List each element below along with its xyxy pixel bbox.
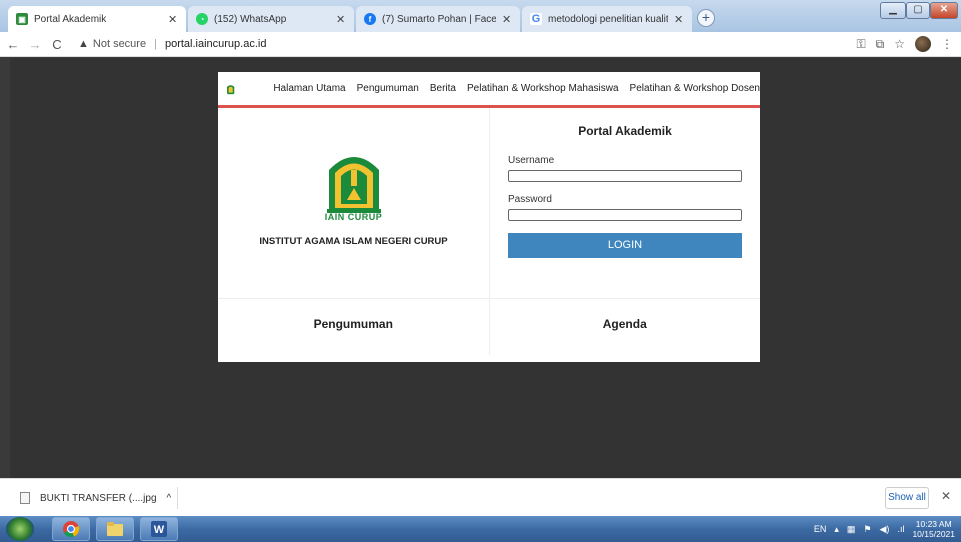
close-icon[interactable]: ✕ — [336, 13, 346, 26]
toolbar-actions: ⚿ ⧉ ☆ ⋮ — [857, 36, 953, 52]
clock-date: 10/15/2021 — [912, 529, 955, 539]
login-button[interactable]: LOGIN — [508, 233, 742, 258]
start-button[interactable] — [6, 517, 34, 541]
tab-whatsapp[interactable]: ◔ (152) WhatsApp ✕ — [188, 6, 354, 32]
browser-title-bar: ▣ Portal Akademik ✕ ◔ (152) WhatsApp ✕ f… — [0, 0, 961, 32]
close-icon[interactable]: ✕ — [674, 13, 684, 26]
flag-icon[interactable]: ⚑ — [863, 524, 871, 535]
clock[interactable]: 10:23 AM 10/15/2021 — [912, 519, 955, 539]
nav-link-pelatihan-dosen[interactable]: Pelatihan & Workshop Dosen — [630, 83, 760, 94]
iain-logo-icon[interactable] — [226, 78, 235, 100]
system-tray: EN ▴ ▦ ⚑ ◀) .ıl 10:23 AM 10/15/2021 — [814, 519, 955, 539]
taskbar-explorer[interactable] — [96, 517, 134, 541]
info-sections: Pengumuman Agenda — [218, 298, 760, 355]
volume-icon[interactable]: ◀) — [880, 524, 890, 535]
tab-google-search[interactable]: G metodologi penelitian kualitatif d ✕ — [522, 6, 692, 32]
forward-arrow-icon[interactable]: → — [26, 37, 44, 52]
nav-link-berita[interactable]: Berita — [430, 83, 456, 94]
tab-facebook[interactable]: f (7) Sumarto Pohan | Facebook ✕ — [356, 6, 520, 32]
close-icon[interactable]: ✕ — [168, 13, 178, 26]
word-icon: W — [151, 521, 167, 537]
back-arrow-icon[interactable]: ← — [4, 37, 22, 52]
main-columns: IAIN CURUP INSTITUT AGAMA ISLAM NEGERI C… — [218, 108, 760, 298]
section-pengumuman: Pengumuman — [218, 299, 490, 355]
password-label: Password — [508, 194, 552, 205]
password-input[interactable] — [508, 209, 742, 221]
window-close-button[interactable]: ✕ — [930, 2, 958, 19]
iain-logo-icon: ▣ — [16, 13, 28, 25]
folder-icon — [107, 522, 123, 536]
nav-link-pelatihan-mahasiswa[interactable]: Pelatihan & Workshop Mahasiswa — [467, 83, 619, 94]
close-icon[interactable]: ✕ — [941, 489, 951, 503]
windows-taskbar: W EN ▴ ▦ ⚑ ◀) .ıl 10:23 AM 10/15/2021 — [0, 516, 961, 542]
taskbar-word[interactable]: W — [140, 517, 178, 541]
username-input[interactable] — [508, 170, 742, 182]
site-nav: Halaman Utama Pengumuman Berita Pelatiha… — [218, 72, 760, 108]
warning-triangle-icon[interactable]: ▲ — [78, 38, 89, 50]
tab-title: Portal Akademik — [34, 13, 107, 25]
svg-text:W: W — [154, 524, 165, 536]
menu-dots-icon[interactable]: ⋮ — [941, 37, 953, 51]
reload-icon[interactable]: C — [48, 37, 66, 52]
show-all-button[interactable]: Show all — [885, 487, 929, 509]
translate-icon[interactable]: ⧉ — [876, 37, 885, 52]
nav-link-pengumuman[interactable]: Pengumuman — [357, 83, 419, 94]
institution-panel: IAIN CURUP INSTITUT AGAMA ISLAM NEGERI C… — [218, 108, 490, 298]
iain-curup-logo — [326, 157, 381, 213]
download-bar: BUKTI TRANSFER (....jpg ^ Show all ✕ — [0, 478, 961, 516]
tab-title: metodologi penelitian kualitatif d — [548, 13, 668, 25]
language-indicator[interactable]: EN — [814, 524, 827, 534]
username-label: Username — [508, 155, 555, 166]
tab-portal-akademik[interactable]: ▣ Portal Akademik ✕ — [8, 6, 186, 32]
section-agenda: Agenda — [602, 317, 647, 331]
portal-title: Portal Akademik — [578, 124, 672, 138]
browser-toolbar: ← → C ▲ Not secure | portal.iaincurup.ac… — [0, 32, 961, 57]
clock-time: 10:23 AM — [915, 519, 952, 529]
signal-icon[interactable]: .ıl — [897, 524, 904, 534]
taskbar-chrome[interactable] — [52, 517, 90, 541]
minimize-button[interactable]: ▁ — [880, 2, 906, 19]
tab-title: (152) WhatsApp — [214, 13, 287, 25]
url-separator: | — [154, 38, 157, 50]
close-icon[interactable]: ✕ — [502, 13, 512, 26]
download-item[interactable]: BUKTI TRANSFER (....jpg ^ — [10, 487, 178, 509]
facebook-icon: f — [364, 13, 376, 25]
tray-arrow-icon[interactable]: ▴ — [834, 524, 839, 535]
tab-title: (7) Sumarto Pohan | Facebook — [382, 13, 496, 25]
google-icon: G — [530, 13, 542, 25]
chevron-up-icon[interactable]: ^ — [167, 493, 172, 504]
image-file-icon — [20, 492, 30, 504]
download-filename: BUKTI TRANSFER (....jpg — [40, 492, 157, 504]
network-icon[interactable]: ▦ — [847, 524, 856, 535]
nav-link-halaman-utama[interactable]: Halaman Utama — [273, 83, 345, 94]
address-bar[interactable]: ▲ Not secure | portal.iaincurup.ac.id — [78, 38, 266, 50]
star-icon[interactable]: ☆ — [894, 37, 905, 51]
page-viewport: Halaman Utama Pengumuman Berita Pelatiha… — [10, 58, 961, 478]
security-label: Not secure — [92, 38, 147, 50]
brand-text: IAIN CURUP — [324, 212, 383, 222]
login-panel: Portal Akademik Username Password LOGIN — [490, 108, 760, 298]
chrome-icon — [63, 521, 80, 538]
maximize-button[interactable]: ▢ — [906, 2, 930, 19]
url-text[interactable]: portal.iaincurup.ac.id — [165, 38, 267, 50]
profile-avatar[interactable] — [915, 36, 931, 52]
key-icon[interactable]: ⚿ — [857, 37, 866, 52]
new-tab-button[interactable]: + — [697, 9, 715, 27]
portal-card: Halaman Utama Pengumuman Berita Pelatiha… — [218, 72, 760, 362]
institution-name: INSTITUT AGAMA ISLAM NEGERI CURUP — [259, 236, 448, 247]
whatsapp-icon: ◔ — [196, 13, 208, 25]
